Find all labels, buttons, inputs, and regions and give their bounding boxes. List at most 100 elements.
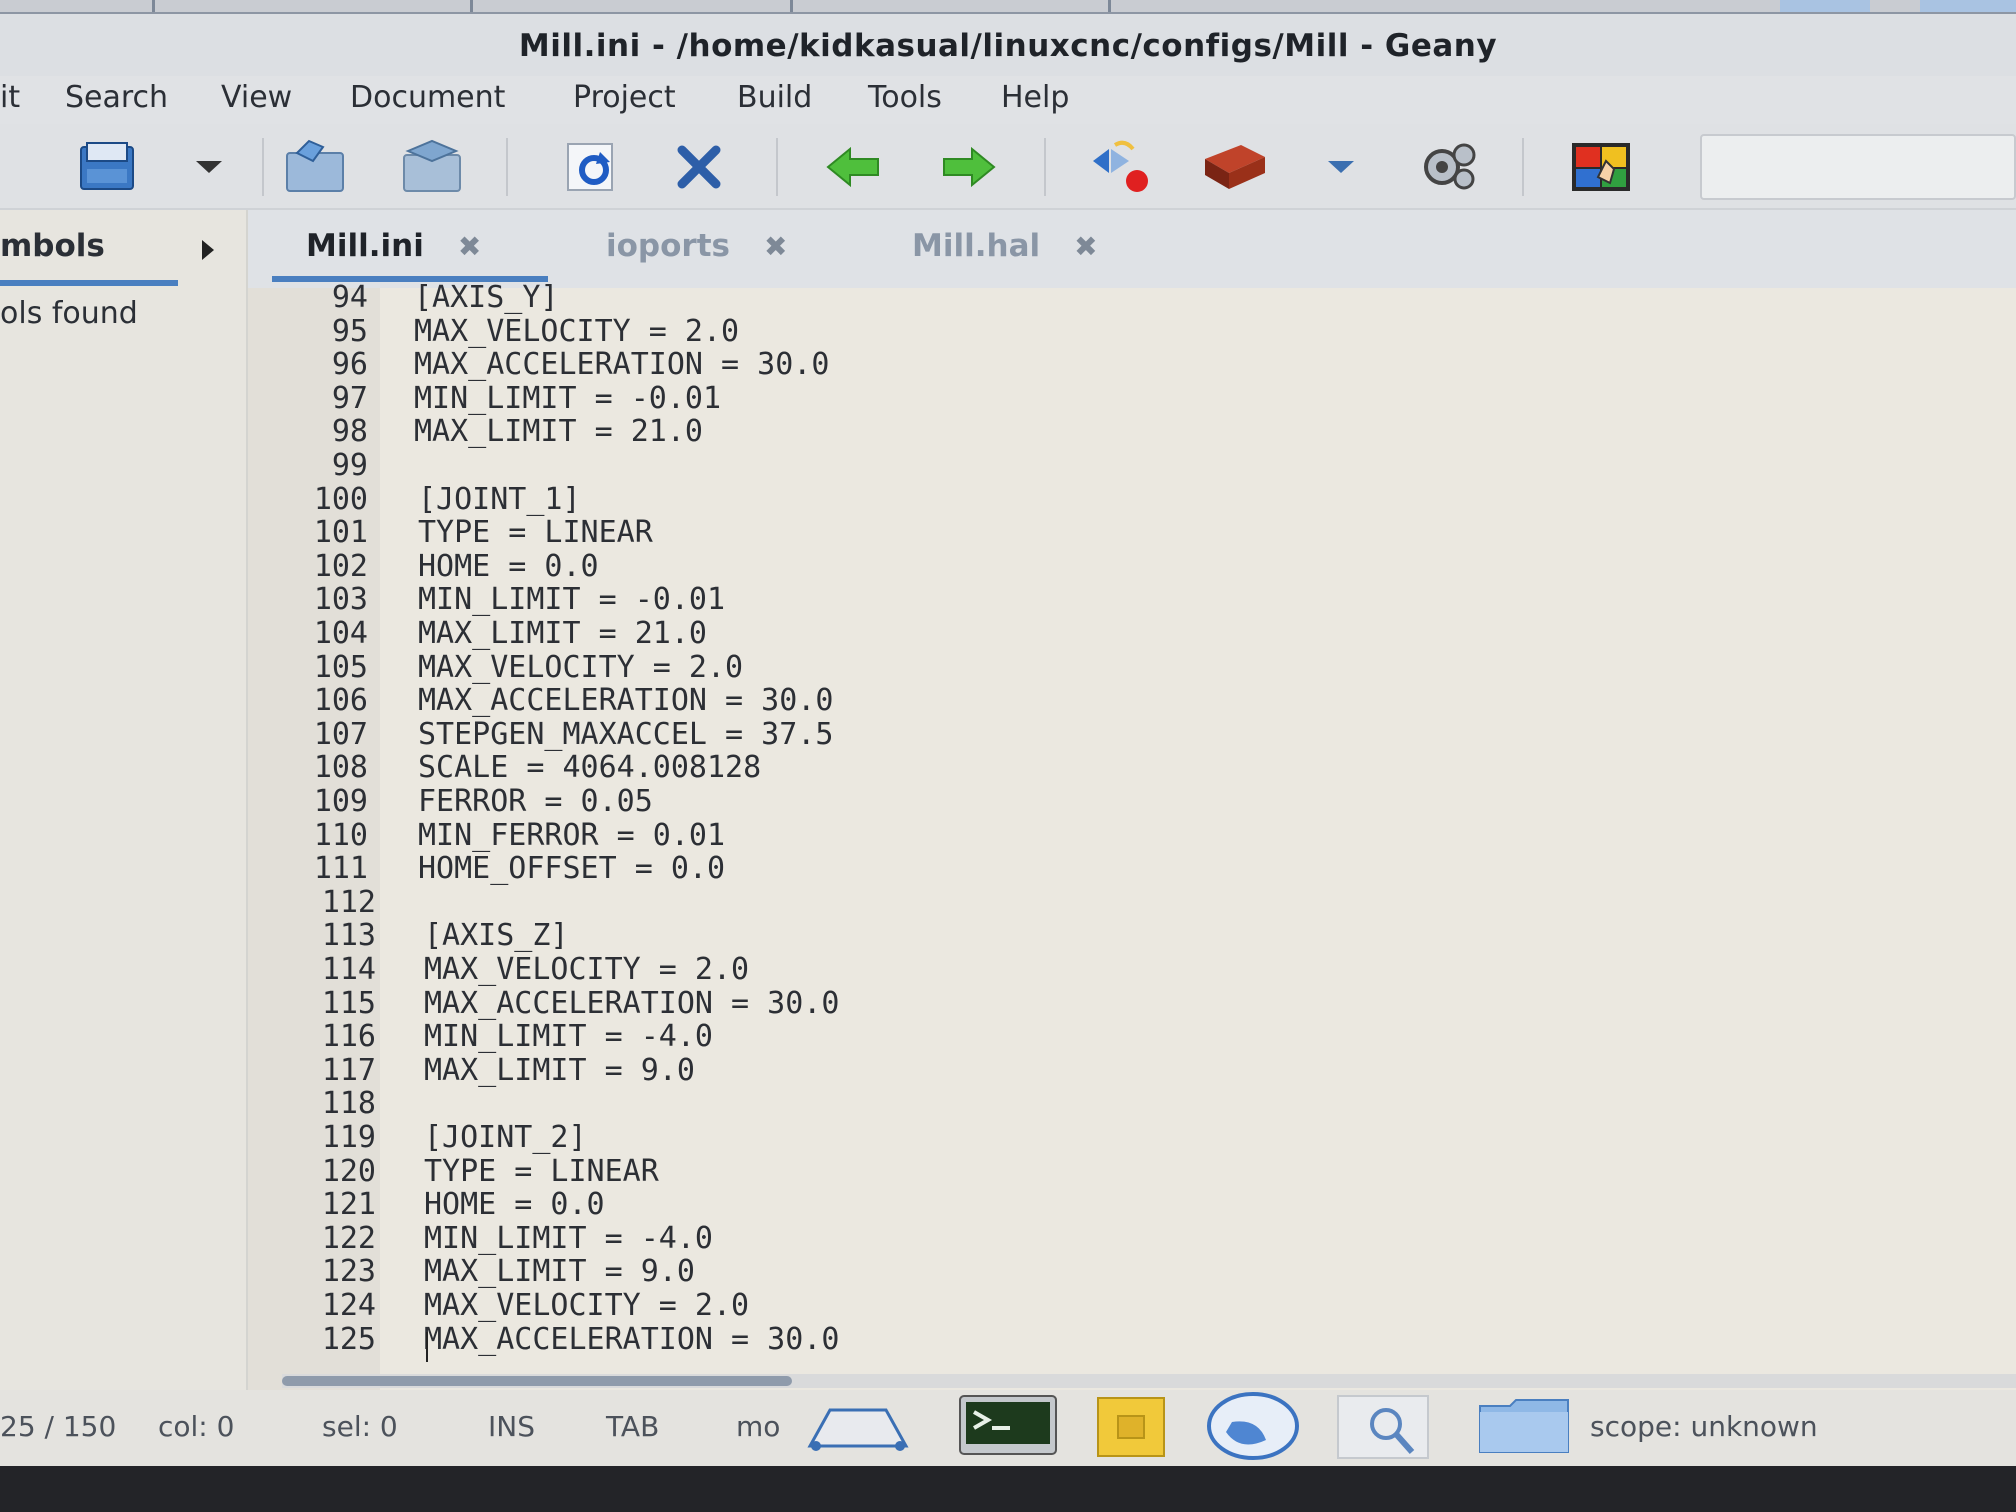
line-number: 124 xyxy=(321,1288,376,1323)
code-line: MIN_LIMIT = -4.0 xyxy=(424,1019,713,1055)
open-file-icon[interactable] xyxy=(72,132,142,202)
sidebar-empty-message: ols found xyxy=(0,296,138,331)
new-file-icon[interactable] xyxy=(0,132,40,202)
toolbar-separator xyxy=(1044,138,1046,196)
code-line: MAX_VELOCITY = 2.0 xyxy=(424,952,750,987)
tab-mill-hal[interactable]: Mill.hal ✖ xyxy=(912,228,1098,264)
menu-build[interactable]: Build xyxy=(737,80,812,115)
menu-edit[interactable]: it xyxy=(0,80,20,115)
line-number: 120 xyxy=(321,1153,376,1189)
save-icon[interactable] xyxy=(280,132,350,202)
code-line: [JOINT_2] xyxy=(424,1120,587,1155)
code-line: MAX_VELOCITY = 2.0 xyxy=(424,1288,750,1323)
code-line: MIN_LIMIT = -0.01 xyxy=(418,582,726,618)
navigate-forward-icon[interactable] xyxy=(934,132,1004,202)
code-line: MIN_FERROR = 0.01 xyxy=(418,817,726,853)
code-line: SCALE = 4064.008128 xyxy=(418,750,762,786)
code-line: MAX_ACCELERATION = 30.0 xyxy=(424,985,840,1021)
screen-top-strip xyxy=(0,0,2016,14)
sidebar: mbols ols found xyxy=(0,210,248,1390)
line-number: 118 xyxy=(321,1086,376,1122)
tab-label: Mill.ini xyxy=(306,228,424,264)
window-title: Mill.ini - /home/kidkasual/linuxcnc/conf… xyxy=(518,28,1498,64)
line-number: 99 xyxy=(331,448,368,483)
close-tab-icon[interactable]: ✖ xyxy=(458,230,481,263)
scrollbar-thumb[interactable] xyxy=(282,1376,792,1386)
horizontal-scrollbar[interactable] xyxy=(282,1374,2016,1388)
toolbar-search-box[interactable] xyxy=(1700,134,2016,200)
magnifier-icon[interactable] xyxy=(1336,1394,1430,1464)
menu-document[interactable]: Document xyxy=(350,80,505,115)
sidebar-tab-symbols[interactable]: mbols xyxy=(0,228,105,264)
line-number: 111 xyxy=(313,851,368,887)
build-icon[interactable] xyxy=(1200,132,1270,202)
status-column: col: 0 xyxy=(158,1410,235,1443)
notes-icon[interactable] xyxy=(1096,1394,1166,1462)
color-chooser-icon[interactable] xyxy=(1566,132,1636,202)
code-line: HOME_OFFSET = 0.0 xyxy=(418,851,726,887)
menu-search[interactable]: Search xyxy=(65,80,168,115)
top-strip-divider xyxy=(790,0,793,12)
top-strip-divider xyxy=(470,0,473,12)
line-number: 122 xyxy=(321,1220,376,1256)
code-line: MIN_LIMIT = -0.01 xyxy=(414,380,722,416)
line-number: 113 xyxy=(321,918,376,954)
line-number: 106 xyxy=(313,683,368,719)
code-editor[interactable]: 94 [AXIS_Y] 95 MAX_VELOCITY = 2.0 96 MAX_ACCE… xyxy=(248,280,2016,1390)
status-insert-mode: INS xyxy=(488,1410,535,1443)
status-scope: scope: unknown xyxy=(1590,1410,1818,1443)
top-strip-highlight xyxy=(1920,0,2016,12)
code-line: FERROR = 0.05 xyxy=(418,784,653,819)
line-number: 108 xyxy=(313,750,368,786)
line-number: 101 xyxy=(313,515,368,551)
reload-icon[interactable] xyxy=(556,132,626,202)
toolbar-separator xyxy=(262,138,264,196)
line-number: 105 xyxy=(313,649,368,685)
line-number: 123 xyxy=(321,1254,376,1290)
code-line: TYPE = LINEAR xyxy=(424,1153,659,1189)
terminal-icon[interactable] xyxy=(958,1394,1058,1460)
globe-icon[interactable] xyxy=(1206,1392,1300,1464)
line-number: 117 xyxy=(321,1052,376,1088)
line-number: 112 xyxy=(321,884,376,920)
close-file-icon[interactable] xyxy=(664,132,734,202)
eject-icon[interactable] xyxy=(806,1402,910,1458)
close-tab-icon[interactable]: ✖ xyxy=(1074,230,1097,263)
code-line: HOME = 0.0 xyxy=(424,1187,605,1223)
save-all-icon[interactable] xyxy=(396,132,466,202)
code-line: MAX_LIMIT = 21.0 xyxy=(418,616,707,651)
build-dropdown-icon[interactable] xyxy=(1306,132,1376,202)
folder-icon[interactable] xyxy=(1476,1396,1572,1460)
sidebar-tab-scroll-right-icon[interactable] xyxy=(202,240,214,260)
status-bar: 25 / 150 col: 0 sel: 0 INS TAB mo scope:… xyxy=(0,1390,2016,1466)
text-caret xyxy=(426,1332,428,1362)
tab-ioports[interactable]: ioports ✖ xyxy=(606,228,787,264)
line-number: 104 xyxy=(313,616,368,651)
line-number: 110 xyxy=(313,817,368,853)
execute-icon[interactable] xyxy=(1414,132,1484,202)
code-line: HOME = 0.0 xyxy=(418,548,599,584)
toolbar-separator xyxy=(506,138,508,196)
code-line: MAX_LIMIT = 9.0 xyxy=(424,1254,695,1290)
code-line: MAX_ACCELERATION = 30.0 xyxy=(414,347,830,383)
open-recent-dropdown-icon[interactable] xyxy=(174,132,244,202)
line-number: 114 xyxy=(321,952,376,987)
tab-mill-ini[interactable]: Mill.ini ✖ xyxy=(306,228,481,264)
sidebar-tab-indicator xyxy=(0,280,178,286)
menu-view[interactable]: View xyxy=(221,80,292,115)
menu-bar: it Search View Document Project Build To… xyxy=(0,76,2016,124)
menu-tools[interactable]: Tools xyxy=(868,80,942,115)
line-number: 116 xyxy=(321,1019,376,1055)
close-tab-icon[interactable]: ✖ xyxy=(764,230,787,263)
code-line: MIN_LIMIT = -4.0 xyxy=(424,1220,713,1256)
status-indent-mode: TAB xyxy=(606,1410,660,1443)
navigate-back-icon[interactable] xyxy=(818,132,888,202)
compile-icon[interactable] xyxy=(1086,132,1156,202)
line-number: 119 xyxy=(321,1120,376,1155)
top-strip-divider xyxy=(152,0,155,12)
line-number: 94 xyxy=(331,280,368,315)
top-strip-highlight xyxy=(1780,0,1870,12)
menu-help[interactable]: Help xyxy=(1001,80,1069,115)
menu-project[interactable]: Project xyxy=(573,80,676,115)
code-line: [AXIS_Y] xyxy=(414,280,559,315)
